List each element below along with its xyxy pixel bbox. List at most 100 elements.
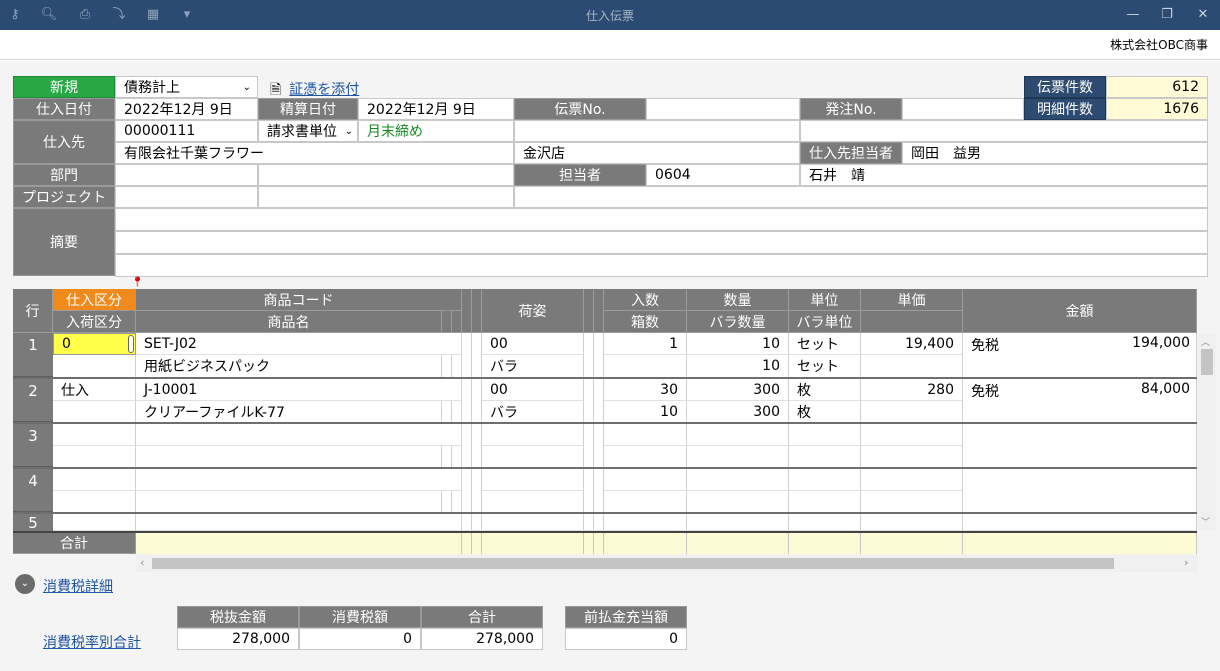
col-packing[interactable]: 荷姿 <box>482 289 584 333</box>
scroll-down-icon[interactable]: ﹀ <box>1201 515 1210 528</box>
product-code-cell[interactable] <box>136 469 462 491</box>
scroll-thumb[interactable] <box>1201 349 1213 375</box>
product-code-cell[interactable] <box>136 424 462 446</box>
qty-per-cell[interactable] <box>604 514 687 531</box>
col-arrival-type[interactable]: 入荷区分 <box>53 311 136 333</box>
expand-circle-icon[interactable]: ⌄ <box>15 574 35 594</box>
price-cell[interactable] <box>861 469 963 491</box>
supplier-rep-field[interactable]: 岡田 益男 <box>902 142 1208 164</box>
scroll-up-icon[interactable]: ︿ <box>1201 335 1210 348</box>
memo-line-3[interactable] <box>115 254 1208 277</box>
price-cell[interactable] <box>861 514 963 531</box>
purchase-type-cell[interactable]: 仕入 <box>53 379 136 401</box>
col-price[interactable]: 単価 <box>861 289 963 311</box>
qty-cell[interactable]: 300 <box>687 379 789 401</box>
col-product-code[interactable]: 商品コード <box>136 289 462 311</box>
qty-cell[interactable] <box>687 424 789 446</box>
loose-unit-cell[interactable] <box>789 491 861 513</box>
cell-handle[interactable] <box>128 335 134 353</box>
purchase-type-cell[interactable] <box>53 424 136 446</box>
unit-cell[interactable] <box>789 514 861 531</box>
purchase-date-field[interactable]: 2022年12月 9日 <box>115 98 258 120</box>
col-loose-unit[interactable]: バラ単位 <box>789 311 861 333</box>
product-name-cell[interactable]: 用紙ビジネスパック <box>136 355 442 378</box>
col-boxes[interactable]: 箱数 <box>604 311 687 333</box>
rate-total-link[interactable]: 消費税率別合計 <box>43 632 141 652</box>
col-loose-qty[interactable]: バラ数量 <box>687 311 789 333</box>
packing-sub-cell[interactable] <box>482 446 584 468</box>
qty-per-cell[interactable]: 1 <box>604 333 687 355</box>
col-product-name[interactable]: 商品名 <box>136 311 442 333</box>
qty-cell[interactable] <box>687 469 789 491</box>
arrival-type-cell[interactable] <box>53 355 136 378</box>
qty-per-cell[interactable] <box>604 424 687 446</box>
row-number[interactable]: 1 <box>13 333 53 378</box>
restore-icon[interactable]: ❐ <box>1156 6 1178 24</box>
product-name-cell[interactable] <box>136 491 442 513</box>
amount-cell[interactable] <box>963 424 1197 468</box>
minimize-icon[interactable]: — <box>1122 6 1144 24</box>
settle-date-field[interactable]: 2022年12月 9日 <box>358 98 514 120</box>
row-number[interactable]: 2 <box>13 379 53 423</box>
h-scroll-thumb[interactable] <box>152 558 1114 569</box>
price-cell[interactable]: 19,400 <box>861 333 963 355</box>
slip-no-field[interactable] <box>646 98 800 120</box>
packing-sub-cell[interactable]: バラ <box>482 355 584 378</box>
unit-cell[interactable] <box>789 469 861 491</box>
loose-qty-cell[interactable]: 300 <box>687 401 789 423</box>
col-unit[interactable]: 単位 <box>789 289 861 311</box>
row-number[interactable]: 5 <box>13 514 53 532</box>
boxes-cell[interactable] <box>604 355 687 378</box>
scroll-left-icon[interactable]: ‹ <box>140 556 144 569</box>
boxes-cell[interactable] <box>604 491 687 513</box>
loose-qty-cell[interactable] <box>687 446 789 468</box>
amount-cell[interactable] <box>963 514 1197 531</box>
staff-code-field[interactable]: 0604 <box>646 164 800 186</box>
row-number[interactable]: 4 <box>13 469 53 513</box>
packing-sub-cell[interactable]: バラ <box>482 401 584 423</box>
close-icon[interactable]: ✕ <box>1192 6 1214 24</box>
supplier-name-field[interactable]: 有限会社千葉フラワー <box>115 142 514 164</box>
qty-cell[interactable]: 10 <box>687 333 789 355</box>
row-number[interactable]: 3 <box>13 424 53 468</box>
project-code-field[interactable] <box>115 186 258 208</box>
qty-per-cell[interactable]: 30 <box>604 379 687 401</box>
col-purchase-type[interactable]: 仕入区分 <box>53 289 136 311</box>
dept-code-field[interactable] <box>115 164 258 186</box>
boxes-cell[interactable] <box>604 446 687 468</box>
packing-cell[interactable] <box>482 469 584 491</box>
horizontal-scrollbar[interactable]: ‹ › <box>136 555 1198 572</box>
loose-unit-cell[interactable] <box>789 446 861 468</box>
unit-cell[interactable]: 枚 <box>789 379 861 401</box>
vertical-scrollbar[interactable]: ︿ ﹀ <box>1198 333 1216 531</box>
packing-cell[interactable] <box>482 424 584 446</box>
product-code-cell[interactable]: SET-J02 <box>136 333 462 355</box>
order-no-field[interactable] <box>902 98 1024 120</box>
tax-detail-link[interactable]: 消費税詳細 <box>43 576 113 596</box>
purchase-type-cell[interactable] <box>53 514 136 531</box>
col-qty[interactable]: 数量 <box>687 289 789 311</box>
price-cell[interactable]: 280 <box>861 379 963 401</box>
amount-cell[interactable] <box>963 469 1197 513</box>
purchase-type-input[interactable]: 0 <box>53 333 136 355</box>
loose-qty-cell[interactable]: 10 <box>687 355 789 378</box>
memo-line-2[interactable] <box>115 231 1208 254</box>
arrival-type-cell[interactable] <box>53 491 136 513</box>
unit-cell[interactable]: セット <box>789 333 861 355</box>
loose-unit-cell[interactable]: セット <box>789 355 861 378</box>
unit-cell[interactable] <box>789 424 861 446</box>
packing-cell[interactable] <box>482 514 584 531</box>
type-select[interactable]: 債務計上 ⌄ <box>115 76 258 98</box>
price-cell[interactable] <box>861 424 963 446</box>
packing-sub-cell[interactable] <box>482 491 584 513</box>
loose-qty-cell[interactable] <box>687 491 789 513</box>
product-name-cell[interactable]: クリアーファイルK-77 <box>136 401 442 423</box>
col-qty-per[interactable]: 入数 <box>604 289 687 311</box>
col-amount[interactable]: 金額 <box>963 289 1197 333</box>
qty-per-cell[interactable] <box>604 469 687 491</box>
packing-cell[interactable]: 00 <box>482 333 584 355</box>
product-code-cell[interactable]: J-10001 <box>136 379 462 401</box>
loose-unit-cell[interactable]: 枚 <box>789 401 861 423</box>
qty-cell[interactable] <box>687 514 789 531</box>
product-name-cell[interactable] <box>136 446 442 468</box>
